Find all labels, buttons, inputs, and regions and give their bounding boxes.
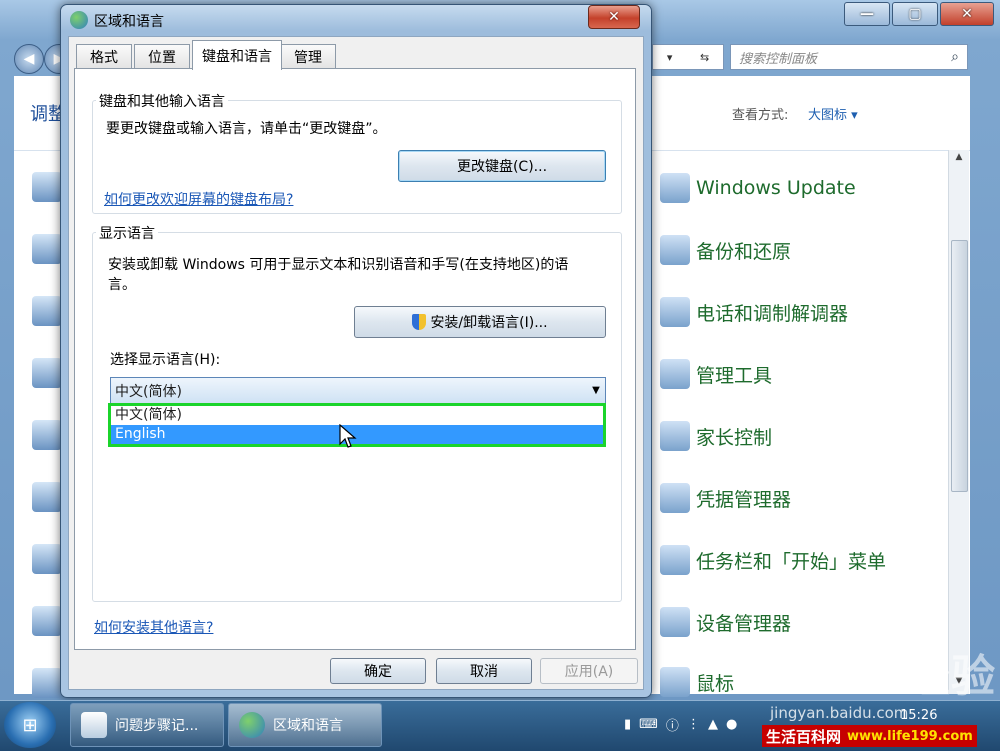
keyboard-group-title: 键盘和其他输入语言	[96, 91, 228, 111]
network-icon[interactable]: ⋮	[687, 717, 700, 732]
choose-display-language-label: 选择显示语言(H):	[110, 352, 221, 368]
display-language-description-2: 言。	[108, 277, 136, 293]
cp-item-label: Windows Update	[696, 177, 856, 199]
tray-expand-icon[interactable]: ▲	[708, 717, 718, 732]
device-manager-icon	[660, 607, 690, 637]
admin-tools-icon	[660, 359, 690, 389]
baidu-url-watermark: jingyan.baidu.com	[770, 704, 909, 722]
phone-icon	[660, 297, 690, 327]
back-arrow-icon[interactable]: ◀	[14, 44, 44, 74]
control-panel-icon[interactable]	[32, 172, 62, 202]
cp-item-credential-manager[interactable]: 凭据管理器	[660, 478, 791, 518]
maximize-button[interactable]: ▢	[892, 2, 938, 26]
cp-item-label: 设备管理器	[696, 612, 792, 635]
keyboard-icon[interactable]: ⌨	[639, 717, 658, 732]
taskbar-item-label: 问题步骤记...	[115, 718, 199, 734]
install-uninstall-languages-button[interactable]: 安装/卸载语言(I)...	[354, 306, 606, 338]
taskbar-item-region-language[interactable]: 区域和语言	[228, 703, 382, 747]
qq-icon[interactable]: ●	[726, 717, 737, 732]
close-button[interactable]: ✕	[940, 2, 994, 26]
windows-update-icon	[660, 173, 690, 203]
control-panel-icon[interactable]	[32, 482, 62, 512]
address-bar-controls[interactable]: ▾ ⇆	[652, 44, 724, 70]
cp-item-label: 管理工具	[696, 364, 773, 387]
install-uninstall-languages-label: 安装/卸载语言(I)...	[430, 315, 548, 331]
change-keyboards-button[interactable]: 更改键盘(C)...	[398, 150, 606, 182]
backup-icon	[660, 235, 690, 265]
cp-item-phone-modem[interactable]: 电话和调制解调器	[660, 292, 848, 332]
apply-button[interactable]: 应用(A)	[540, 658, 638, 684]
mouse-icon	[660, 667, 690, 697]
minimize-button[interactable]: —	[844, 2, 890, 26]
taskbar-item-label: 区域和语言	[273, 718, 343, 734]
control-panel-icon[interactable]	[32, 544, 62, 574]
steps-recorder-icon	[81, 712, 107, 738]
display-language-select-value: 中文(简体)	[115, 383, 182, 400]
cp-item-label: 鼠标	[696, 672, 735, 695]
cp-item-label: 凭据管理器	[696, 488, 792, 511]
cp-item-backup-restore[interactable]: 备份和还原	[660, 230, 791, 270]
cp-item-label: 电话和调制解调器	[696, 302, 849, 325]
show-desktop-icon[interactable]: ▮	[624, 717, 631, 732]
baidu-watermark: Baidu经验	[760, 651, 997, 702]
site-name: 生活百科网	[766, 727, 842, 746]
control-panel-icon[interactable]	[32, 668, 62, 698]
cp-item-windows-update[interactable]: Windows Update	[660, 168, 856, 208]
tab-formats[interactable]: 格式	[76, 44, 132, 69]
search-placeholder: 搜索控制面板	[739, 51, 818, 67]
site-watermark: 生活百科网 www.life199.com	[762, 725, 977, 747]
cp-item-label: 任务栏和「开始」菜单	[696, 550, 887, 573]
refresh-icon[interactable]: ⇆	[700, 51, 709, 64]
control-panel-icon[interactable]	[32, 234, 62, 264]
globe-icon	[239, 712, 265, 738]
display-language-group-title: 显示语言	[96, 223, 158, 243]
credential-manager-icon	[660, 483, 690, 513]
view-by-dropdown[interactable]: 大图标 ▾	[808, 104, 858, 123]
help-icon[interactable]: ⓘ	[666, 715, 679, 734]
chevron-down-icon[interactable]: ▼	[587, 385, 605, 396]
cp-item-device-manager[interactable]: 设备管理器	[660, 602, 791, 642]
tab-administrative[interactable]: 管理	[280, 44, 336, 69]
search-input[interactable]: 搜索控制面板 ⌕	[730, 44, 968, 70]
ok-button[interactable]: 确定	[330, 658, 426, 684]
cp-item-admin-tools[interactable]: 管理工具	[660, 354, 772, 394]
cp-item-parental-controls[interactable]: 家长控制	[660, 416, 772, 456]
scrollbar-thumb[interactable]	[951, 240, 968, 492]
dropdown-option-chinese-simplified[interactable]: 中文(简体)	[111, 406, 603, 425]
welcome-keyboard-layout-link[interactable]: 如何更改欢迎屏幕的键盘布局?	[104, 189, 293, 209]
windows-logo-icon: ⊞	[22, 714, 38, 736]
system-tray: ▮ ⌨ ⓘ ⋮ ▲ ●	[620, 706, 741, 742]
control-panel-icon[interactable]	[32, 420, 62, 450]
keyboard-description: 要更改键盘或输入语言，请单击“更改键盘”。	[106, 121, 387, 137]
control-panel-icon[interactable]	[32, 606, 62, 636]
cp-item-mouse[interactable]: 鼠标	[660, 662, 734, 702]
view-by-label: 查看方式:	[732, 108, 789, 123]
scroll-up-icon[interactable]: ▲	[949, 152, 969, 168]
cp-item-label: 家长控制	[696, 426, 773, 449]
control-panel-icon[interactable]	[32, 296, 62, 326]
install-other-languages-link[interactable]: 如何安装其他语言?	[94, 617, 213, 637]
start-button[interactable]: ⊞	[4, 702, 56, 748]
taskbar-icon	[660, 545, 690, 575]
tab-keyboards-languages[interactable]: 键盘和语言	[192, 40, 282, 70]
globe-icon	[70, 11, 88, 29]
parental-controls-icon	[660, 421, 690, 451]
tab-location[interactable]: 位置	[134, 44, 190, 69]
display-language-select[interactable]: 中文(简体) ▼	[110, 377, 606, 404]
vertical-scrollbar[interactable]: ▲ ▼	[948, 150, 969, 694]
display-language-description-1: 安装或卸载 Windows 可用于显示文本和识别语音和手写(在支持地区)的语	[108, 257, 569, 273]
taskbar-item-steps-recorder[interactable]: 问题步骤记...	[70, 703, 224, 747]
mouse-cursor-icon	[339, 424, 357, 448]
site-url: www.life199.com	[847, 728, 973, 744]
cp-item-taskbar-start[interactable]: 任务栏和「开始」菜单	[660, 540, 886, 580]
dialog-close-button[interactable]: ✕	[588, 5, 640, 29]
chevron-down-icon[interactable]: ▾	[667, 51, 673, 64]
cp-item-label: 备份和还原	[696, 240, 792, 263]
control-panel-window-buttons: — ▢ ✕	[842, 2, 994, 28]
cancel-button[interactable]: 取消	[436, 658, 532, 684]
control-panel-icon[interactable]	[32, 358, 62, 388]
uac-shield-icon	[412, 314, 427, 330]
search-icon[interactable]: ⌕	[943, 49, 967, 65]
dialog-title: 区域和语言	[94, 14, 164, 30]
